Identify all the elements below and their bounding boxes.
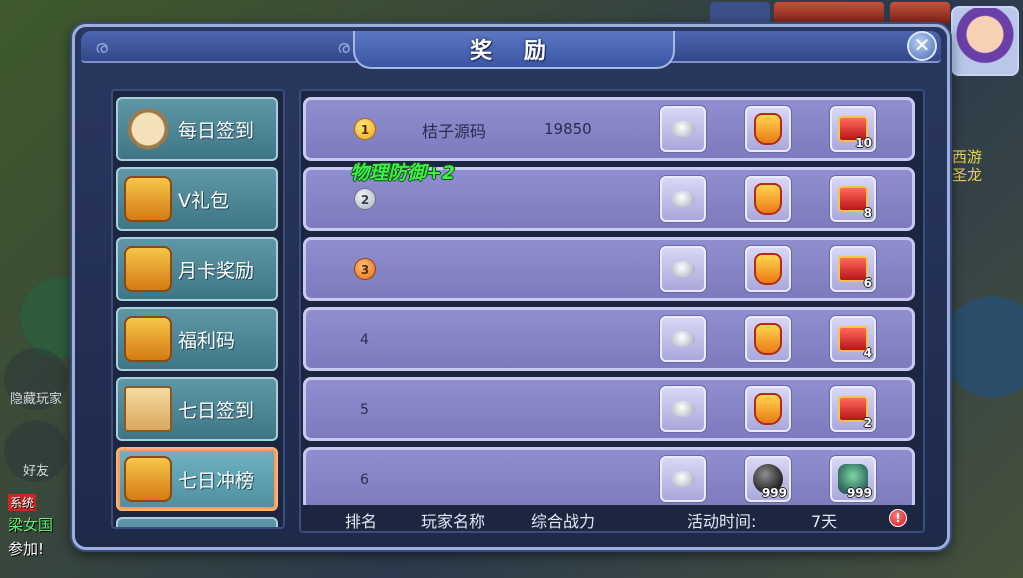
floating-buff-text: 物理防御+2 <box>350 162 456 184</box>
reward-slot-chest[interactable]: 6 <box>830 246 876 292</box>
close-icon[interactable]: ✕ <box>907 31 937 61</box>
bronze-medal-icon: 3 <box>354 258 376 280</box>
gift-pouch-icon <box>754 253 782 285</box>
reward-quantity: 2 <box>863 416 872 430</box>
reward-quantity: 999 <box>761 486 787 500</box>
hide-players-label: 隐藏玩家 <box>9 392 62 407</box>
sidebar-item-label: 七日冲榜 <box>178 469 255 492</box>
sidebar-item-more[interactable] <box>116 517 278 527</box>
reward-slot-chest[interactable]: 4 <box>830 316 876 362</box>
silver-ingot-icon <box>671 261 695 277</box>
chat-line-1: 梁女国 <box>8 516 54 534</box>
reward-slot-chest[interactable]: 2 <box>830 386 876 432</box>
player-name: 桔子源码 <box>422 122 487 141</box>
sidebar-item-seven-day-checkin[interactable]: 七日签到 <box>116 377 278 441</box>
silver-ingot-icon <box>671 121 695 137</box>
sidebar-item-label: 七日签到 <box>178 399 255 422</box>
treasure-chest-icon <box>124 246 172 292</box>
gift-pouch-icon <box>754 183 782 215</box>
column-player-name: 玩家名称 <box>421 512 486 531</box>
gold-medal-icon: 1 <box>354 118 376 140</box>
silver-ingot-icon <box>671 191 695 207</box>
reward-slot-silver[interactable] <box>660 106 706 152</box>
treasure-chest-icon <box>124 456 172 502</box>
swirl-ornament-icon: ര <box>95 37 108 58</box>
reward-quantity: 4 <box>863 346 872 360</box>
treasure-chest-icon <box>124 176 172 222</box>
treasure-chest-icon <box>124 316 172 362</box>
silver-medal-icon: 2 <box>354 188 376 210</box>
reward-slot-chest[interactable]: 8 <box>830 176 876 222</box>
reward-slot-pouch[interactable] <box>745 386 791 432</box>
player-portrait[interactable] <box>951 6 1019 76</box>
activity-time-value: 7天 <box>811 512 838 531</box>
combat-power: 19850 <box>544 120 592 138</box>
reward-quantity: 999 <box>846 486 872 500</box>
sidebar-item-label: 每日签到 <box>178 119 255 142</box>
reward-slot-silver[interactable] <box>660 316 706 362</box>
friends-label: 好友 <box>22 464 49 479</box>
sidebar-item-daily-checkin[interactable]: 每日签到 <box>116 97 278 161</box>
sidebar-item-v-gift[interactable]: V礼包 <box>116 167 278 231</box>
sidebar-item-label: 福利码 <box>178 329 236 352</box>
title-bar: ര ര ര 奖 励 ✕ <box>81 31 941 69</box>
hud-top-bar-right <box>890 2 950 24</box>
silver-ingot-icon <box>671 331 695 347</box>
reward-slot-chest[interactable]: 10 <box>830 106 876 152</box>
sidebar-item-label: 月卡奖励 <box>178 259 255 282</box>
guild-text-2: 圣龙 <box>952 166 983 184</box>
ranking-row: 5 2 <box>303 377 915 441</box>
reward-slot-pouch[interactable] <box>745 316 791 362</box>
column-rank: 排名 <box>345 512 378 531</box>
ranking-footer: 排名 玩家名称 综合战力 活动时间: 7天 ! <box>301 505 923 531</box>
reward-slot-pouch[interactable] <box>745 176 791 222</box>
sidebar-item-label: V礼包 <box>178 189 229 212</box>
warning-icon[interactable]: ! <box>889 509 907 527</box>
rank-number: 6 <box>360 472 369 488</box>
hide-players-button[interactable]: 隐藏玩家 <box>4 348 68 410</box>
ranking-row: 3 6 <box>303 237 915 301</box>
scroll-icon <box>124 106 172 152</box>
silver-ingot-icon <box>671 401 695 417</box>
reward-quantity: 10 <box>855 136 872 150</box>
hud-top-bar-mid <box>774 2 884 24</box>
reward-slot-silver[interactable] <box>660 386 706 432</box>
rank-number: 4 <box>360 332 369 348</box>
sidebar-item-welfare-code[interactable]: 福利码 <box>116 307 278 371</box>
gift-pouch-icon <box>754 393 782 425</box>
friends-button[interactable]: 好友 <box>4 420 68 482</box>
reward-slot-stone[interactable]: 999 <box>745 456 791 502</box>
map-scroll-icon <box>124 386 172 432</box>
reward-slot-mount[interactable]: 999 <box>830 456 876 502</box>
swirl-ornament-icon: ര <box>337 37 350 58</box>
sidebar-item-seven-day-ranking[interactable]: 七日冲榜 <box>116 447 278 511</box>
gift-pouch-icon <box>754 323 782 355</box>
rewards-dialog: ര ര ര 奖 励 ✕ 每日签到 V礼包 月卡奖励 福利码 七日签到 七日冲榜 <box>72 24 950 550</box>
activity-time-label: 活动时间: <box>687 512 757 531</box>
reward-category-sidebar: 每日签到 V礼包 月卡奖励 福利码 七日签到 七日冲榜 <box>111 89 285 529</box>
hud-top-bar-left <box>710 2 770 24</box>
sidebar-item-monthly-card[interactable]: 月卡奖励 <box>116 237 278 301</box>
chat-system-tag: 系统 <box>8 494 37 511</box>
rank-number: 5 <box>360 402 369 418</box>
reward-slot-pouch[interactable] <box>745 106 791 152</box>
silver-ingot-icon <box>671 471 695 487</box>
ranking-panel: 1 桔子源码 19850 10 2 8 3 6 4 4 5 2 6 999 99… <box>299 89 925 533</box>
ranking-row: 4 4 <box>303 307 915 371</box>
gift-pouch-icon <box>754 113 782 145</box>
reward-slot-silver[interactable] <box>660 456 706 502</box>
ranking-row: 1 桔子源码 19850 10 <box>303 97 915 161</box>
reward-quantity: 6 <box>863 276 872 290</box>
reward-slot-pouch[interactable] <box>745 246 791 292</box>
chat-line-2: 参加! <box>8 540 45 558</box>
reward-slot-silver[interactable] <box>660 246 706 292</box>
reward-quantity: 8 <box>863 206 872 220</box>
ranking-row: 6 999 999 <box>303 447 915 511</box>
reward-slot-silver[interactable] <box>660 176 706 222</box>
column-combat-power: 综合战力 <box>531 512 596 531</box>
dialog-title: 奖 励 <box>353 31 675 69</box>
